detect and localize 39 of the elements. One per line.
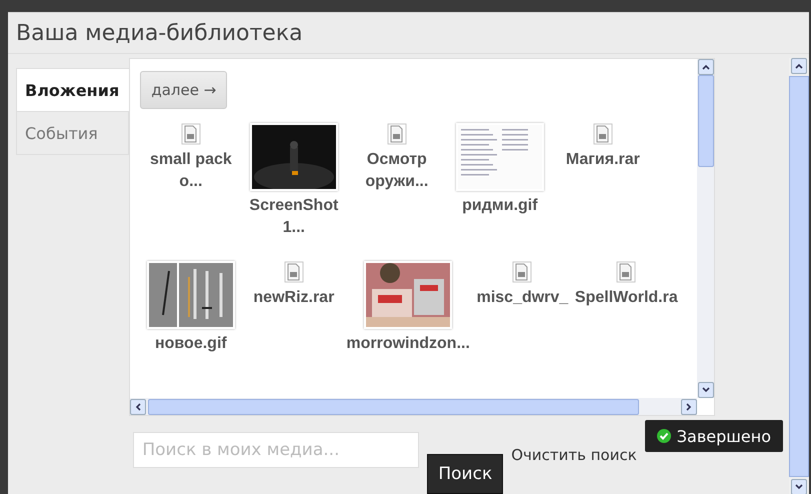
scroll-up-button[interactable] [791,58,807,74]
file-icon [592,123,613,145]
vertical-scrollbar[interactable] [697,59,714,398]
file-name[interactable]: Осмотр оружи... [346,149,448,193]
done-button[interactable]: Завершено [644,420,783,452]
file-name[interactable]: ридми.gif [449,195,550,217]
sidebar-tab[interactable]: События [16,112,130,155]
file-name[interactable]: newRiz.rar [243,287,344,309]
caret-icon [795,483,803,491]
next-button[interactable]: далее → [140,71,228,109]
dialog-title: Ваша медиа-библиотека [8,13,809,54]
scroll-right-button[interactable] [681,398,698,414]
search-field[interactable]: Поиск в моих медиа... [133,432,420,468]
check-icon [656,429,671,443]
caret-icon [134,402,142,410]
search-button[interactable]: Поиск [427,454,504,494]
file-name[interactable]: SpellWorld.ra [574,287,678,309]
scroll-up-button[interactable] [698,59,714,75]
caret-icon [702,63,710,71]
file-icon [180,123,201,145]
file-name[interactable]: misc_dwrv_ [472,287,573,309]
sidebar-tab[interactable]: Вложения [16,68,130,112]
file-icon [284,261,304,283]
scroll-down-button[interactable] [791,479,807,494]
scrollbar-thumb[interactable] [148,398,640,414]
file-icon [386,123,407,145]
file-name[interactable]: новое.gif [140,333,242,355]
horizontal-scrollbar[interactable] [130,398,698,415]
caret-icon [795,62,803,70]
file-name[interactable]: small pack o... [140,149,242,193]
scrollbar-thumb[interactable] [698,75,714,167]
file-icon [512,261,532,283]
clear-search-link[interactable]: Очистить поиск [511,446,637,464]
file-name[interactable]: morrowindzon... [346,333,470,355]
scroll-left-button[interactable] [130,398,146,414]
file-name[interactable]: ScreenShot 1... [243,195,344,239]
file-icon [616,261,636,283]
scroll-down-button[interactable] [698,382,714,398]
file-name[interactable]: Магия.rar [552,149,654,171]
